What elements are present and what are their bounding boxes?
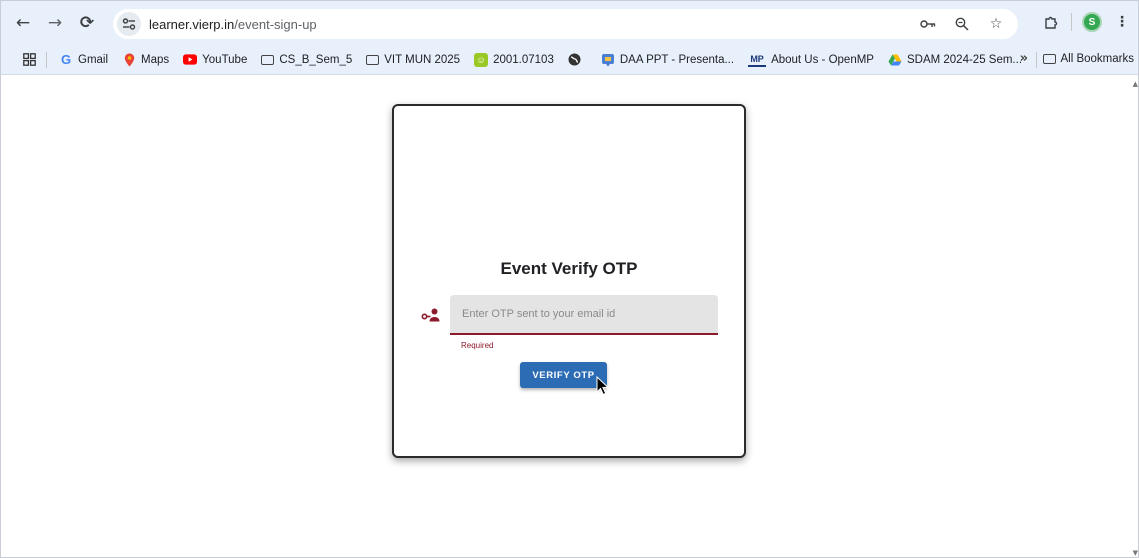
youtube-icon bbox=[183, 53, 198, 67]
profile-avatar[interactable]: S bbox=[1082, 12, 1102, 32]
otp-error-text: Required bbox=[461, 341, 494, 350]
bookmark-label: About Us - OpenMP bbox=[771, 53, 874, 66]
address-bar-actions: ☆ bbox=[918, 14, 1006, 34]
bookmark-gmail[interactable]: G Gmail bbox=[59, 52, 109, 67]
maps-pin-icon bbox=[122, 53, 136, 67]
browser-window: ← → ⟳ learner.vierp.in/event-sign-up ☆ S… bbox=[0, 0, 1139, 558]
bookmarks-separator bbox=[1036, 52, 1037, 68]
back-arrow-icon[interactable]: ← bbox=[10, 10, 36, 36]
scroll-down-icon[interactable]: ▼ bbox=[1133, 549, 1138, 557]
verify-otp-button[interactable]: VERIFY OTP bbox=[520, 362, 607, 388]
page-title: Event Verify OTP bbox=[500, 259, 638, 278]
bookmark-maps[interactable]: Maps bbox=[122, 53, 169, 67]
bookmark-label: SDAM 2024-25 Sem... bbox=[906, 53, 1023, 66]
folder-icon bbox=[261, 54, 275, 65]
user-key-icon bbox=[421, 308, 441, 322]
kebab-menu-icon[interactable]: ⋮ bbox=[1112, 12, 1132, 32]
extensions-icon[interactable] bbox=[1041, 12, 1061, 32]
bookmark-label: CS_B_Sem_5 bbox=[279, 53, 353, 66]
url-path: /event-sign-up bbox=[234, 16, 317, 32]
slides-icon bbox=[601, 53, 615, 67]
toolbar-separator bbox=[1071, 13, 1072, 31]
bookmark-sdam[interactable]: SDAM 2024-25 Sem... bbox=[888, 53, 1022, 67]
google-icon: G bbox=[60, 52, 72, 67]
globe-icon bbox=[568, 53, 582, 67]
profile-initial: S bbox=[1088, 16, 1096, 28]
forward-arrow-icon[interactable]: → bbox=[42, 10, 68, 36]
bookmark-label: YouTube bbox=[202, 53, 248, 66]
mouse-pointer-icon bbox=[596, 375, 610, 396]
toolbar-right: S ⋮ bbox=[1041, 12, 1132, 32]
zoom-icon[interactable] bbox=[952, 14, 972, 34]
bookmarks-overflow-button[interactable]: » bbox=[1020, 51, 1028, 66]
bookmark-label: Maps bbox=[141, 53, 170, 66]
bookmark-label: VIT MUN 2025 bbox=[384, 53, 461, 66]
otp-input[interactable] bbox=[450, 295, 718, 333]
reload-icon[interactable]: ⟳ bbox=[74, 10, 100, 36]
site-info-icon[interactable] bbox=[117, 12, 141, 36]
all-bookmarks-label: All Bookmarks bbox=[1060, 53, 1135, 65]
browser-toolbar: ← → ⟳ learner.vierp.in/event-sign-up ☆ S… bbox=[1, 1, 1138, 45]
bookmark-label: DAA PPT - Presenta... bbox=[619, 53, 735, 66]
page-scrollbar[interactable]: ▲ ▼ bbox=[1130, 76, 1138, 557]
bookmark-label: Gmail bbox=[78, 53, 109, 66]
all-bookmarks-button[interactable]: All Bookmarks bbox=[1042, 53, 1135, 65]
bookmark-globe[interactable] bbox=[568, 53, 587, 67]
url-text[interactable]: learner.vierp.in/event-sign-up bbox=[149, 17, 317, 32]
password-key-icon[interactable] bbox=[918, 14, 938, 34]
bookmark-vit-mun[interactable]: VIT MUN 2025 bbox=[366, 54, 460, 66]
bookmark-arxiv[interactable]: ☺ 2001.07103 bbox=[474, 52, 554, 67]
folder-icon bbox=[1042, 54, 1056, 64]
scroll-up-icon[interactable]: ▲ bbox=[1133, 80, 1138, 88]
bookmark-youtube[interactable]: YouTube bbox=[183, 53, 247, 67]
openmp-icon: MP bbox=[748, 53, 767, 67]
bookmark-daa-ppt[interactable]: DAA PPT - Presenta... bbox=[601, 53, 734, 67]
bookmark-cs-b-sem-5[interactable]: CS_B_Sem_5 bbox=[261, 54, 352, 66]
bookmarks-bar: G Gmail Maps YouTube CS_B_Sem_5 VIT MUN … bbox=[1, 45, 1138, 75]
address-bar[interactable]: learner.vierp.in/event-sign-up ☆ bbox=[113, 9, 1018, 39]
arxiv-icon: ☺ bbox=[474, 52, 489, 67]
bookmark-label: 2001.07103 bbox=[493, 53, 554, 66]
page-content: Event Verify OTP Required VERIFY OTP ▲ bbox=[1, 76, 1138, 557]
otp-field[interactable] bbox=[450, 295, 718, 335]
url-domain: learner.vierp.in bbox=[149, 16, 235, 32]
bookmark-star-icon[interactable]: ☆ bbox=[986, 14, 1006, 34]
bookmark-openmp[interactable]: MP About Us - OpenMP bbox=[748, 53, 874, 67]
otp-card: Event Verify OTP Required VERIFY OTP bbox=[392, 104, 746, 458]
apps-grid-icon[interactable] bbox=[23, 53, 36, 66]
bookmarks-separator bbox=[46, 51, 47, 68]
drive-icon bbox=[888, 53, 902, 67]
folder-icon bbox=[366, 54, 380, 65]
